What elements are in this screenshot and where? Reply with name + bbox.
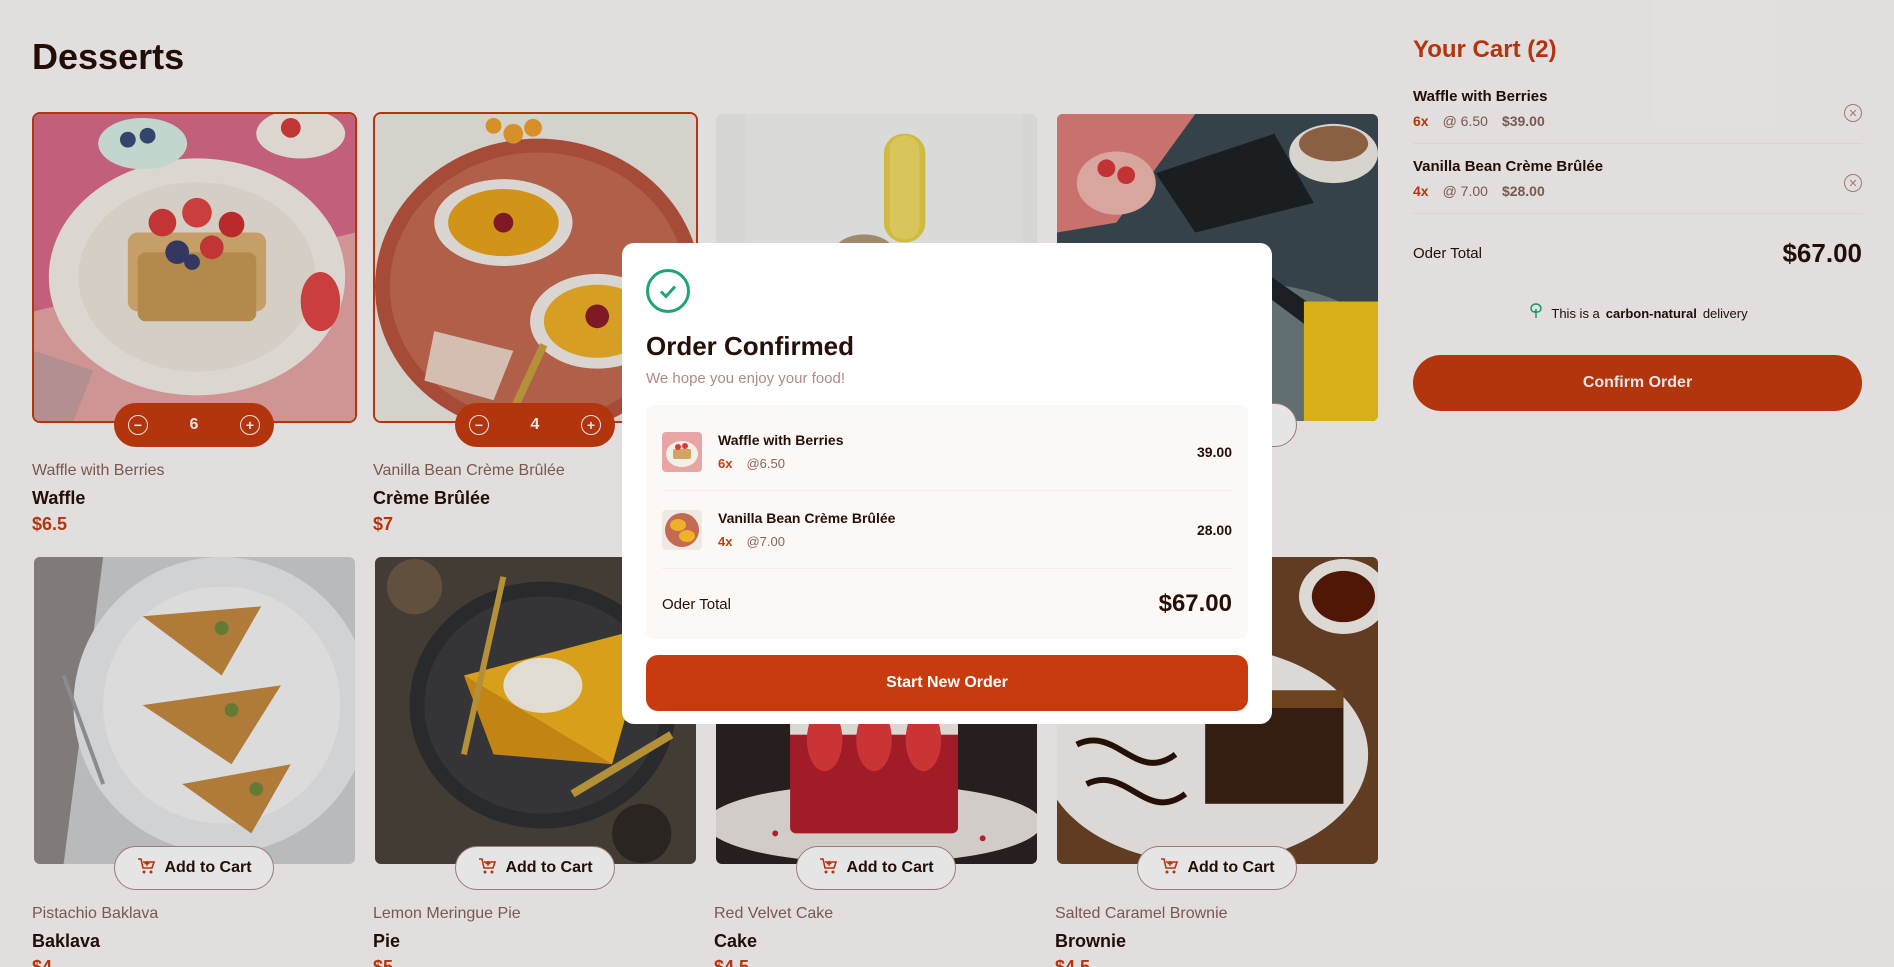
list-item: Vanilla Bean Crème Brûlée 4x @7.00 28.00 xyxy=(662,491,1232,569)
item-name: Vanilla Bean Crème Brûlée xyxy=(718,510,896,526)
item-qty: 4x xyxy=(718,534,733,549)
check-circle-icon xyxy=(646,269,690,313)
item-price: 39.00 xyxy=(1196,443,1232,460)
start-new-order-button[interactable]: Start New Order xyxy=(646,655,1248,711)
item-qty: 6x xyxy=(718,456,733,471)
order-summary-list: Waffle with Berries 6x @6.50 39.00 Vanil… xyxy=(646,405,1248,639)
order-total-row: Oder Total $67.00 xyxy=(662,569,1232,639)
order-total-label: Oder Total xyxy=(662,595,731,613)
modal-title: Order Confirmed xyxy=(646,331,855,361)
item-unit-price: @6.50 xyxy=(746,456,785,471)
list-item: Waffle with Berries 6x @6.50 39.00 xyxy=(662,413,1232,491)
order-total-value: $67.00 xyxy=(1158,590,1232,617)
item-thumbnail xyxy=(662,509,702,550)
item-thumbnail xyxy=(662,431,702,472)
item-price: 28.00 xyxy=(1196,521,1232,538)
order-confirmed-modal: Order Confirmed We hope you enjoy your f… xyxy=(622,243,1272,724)
modal-subtitle: We hope you enjoy your food! xyxy=(646,370,846,387)
item-name: Waffle with Berries xyxy=(718,432,844,448)
item-unit-price: @7.00 xyxy=(746,534,785,549)
